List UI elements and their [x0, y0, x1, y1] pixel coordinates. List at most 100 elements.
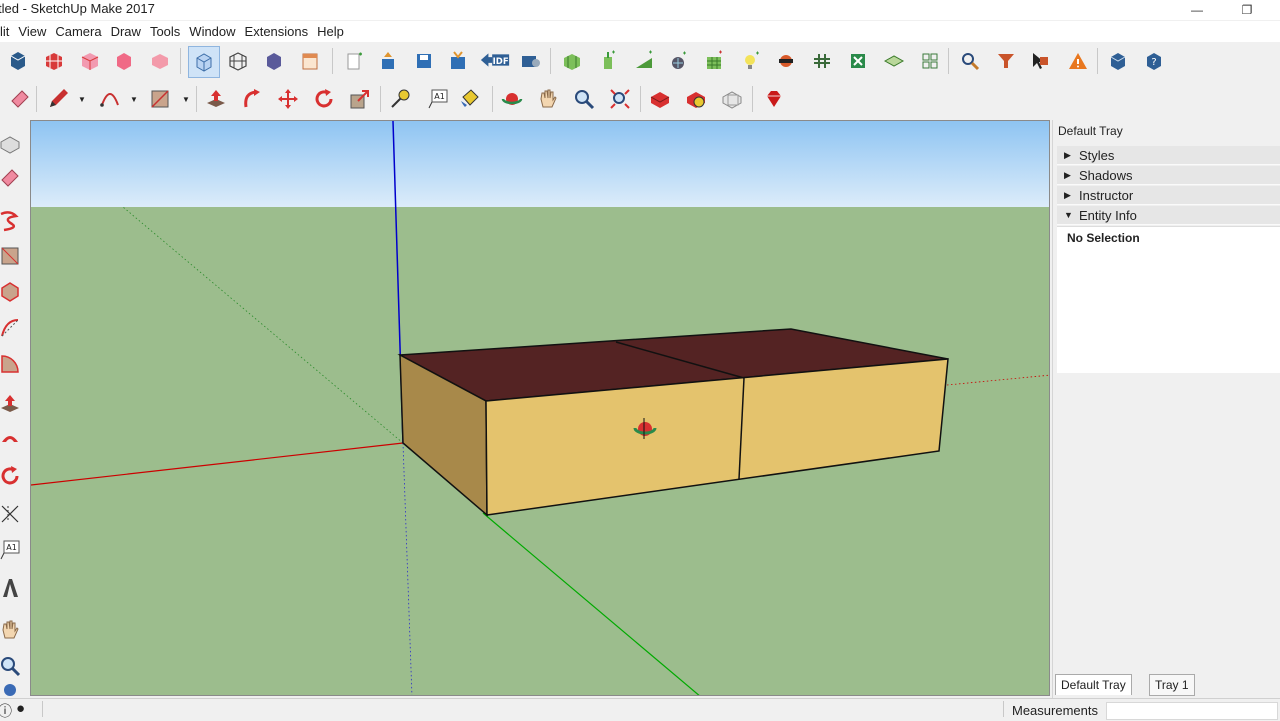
- follow-me-icon: [2, 436, 18, 442]
- extension-warehouse-button[interactable]: [260, 47, 288, 75]
- text-label-button[interactable]: A1: [424, 85, 452, 113]
- run-simulation-button[interactable]: [1104, 47, 1132, 75]
- export-idf-button[interactable]: IDF: [478, 46, 512, 74]
- render-button[interactable]: [880, 47, 908, 75]
- pie-button[interactable]: [0, 350, 24, 378]
- export-button[interactable]: [374, 47, 402, 75]
- new-zone-icon: [564, 54, 580, 70]
- polygon-button[interactable]: [0, 278, 24, 306]
- info-tool-button[interactable]: [956, 47, 984, 75]
- left-zoom-button[interactable]: [0, 652, 24, 680]
- geo-location-icon[interactable]: ⓘ: [0, 701, 12, 721]
- orbit-button[interactable]: [498, 85, 526, 113]
- 3d-scene: [31, 121, 1049, 695]
- push-pull-button[interactable]: [202, 85, 230, 113]
- left-push-pull-button[interactable]: [0, 390, 24, 418]
- save-button[interactable]: [410, 47, 438, 75]
- left-orbit-button[interactable]: [0, 682, 24, 698]
- zoom-extents-button[interactable]: [606, 85, 634, 113]
- menu-view[interactable]: View: [18, 24, 46, 39]
- search-icon: [962, 53, 980, 71]
- xray-button[interactable]: [76, 47, 104, 75]
- zoom-button[interactable]: [570, 85, 598, 113]
- rectangle-button[interactable]: [0, 242, 24, 270]
- move-button[interactable]: [274, 85, 302, 113]
- warning-button[interactable]: [1064, 47, 1092, 75]
- new-icon: [347, 52, 362, 70]
- pan-button[interactable]: [534, 85, 562, 113]
- axes-button[interactable]: [0, 500, 24, 528]
- shape-button[interactable]: [146, 85, 174, 113]
- freehand-button[interactable]: [0, 206, 24, 234]
- daylighting-button[interactable]: [736, 47, 764, 75]
- menu-extensions[interactable]: Extensions: [245, 24, 309, 39]
- model-info-button[interactable]: [4, 47, 32, 75]
- text-button[interactable]: A1: [0, 536, 24, 564]
- follow-me-button[interactable]: [238, 85, 266, 113]
- menu-camera[interactable]: Camera: [55, 24, 101, 39]
- chevron-down-icon[interactable]: ▼: [182, 95, 190, 104]
- components-button[interactable]: [40, 47, 68, 75]
- warehouse-button[interactable]: [224, 47, 252, 75]
- left-arc-button[interactable]: [0, 314, 24, 342]
- tray-section-shadows[interactable]: ▶ Shadows: [1057, 166, 1280, 185]
- pencil-button[interactable]: [44, 85, 72, 113]
- help-button[interactable]: ?: [1140, 47, 1168, 75]
- measurements-input[interactable]: [1106, 702, 1278, 720]
- model-viewport[interactable]: [30, 120, 1050, 696]
- rotate-button[interactable]: [310, 85, 338, 113]
- title-bar: tled - SketchUp Make 2017 — ❐: [0, 0, 1280, 20]
- chevron-down-icon[interactable]: ▼: [78, 95, 86, 104]
- menu-tools[interactable]: Tools: [150, 24, 180, 39]
- construction-button[interactable]: [844, 47, 872, 75]
- styles-button[interactable]: [682, 85, 710, 113]
- user-account-icon[interactable]: ●: [16, 700, 25, 717]
- tray-section-styles[interactable]: ▶ Styles: [1057, 146, 1280, 165]
- tray-section-instructor[interactable]: ▶ Instructor: [1057, 186, 1280, 205]
- menu-window[interactable]: Window: [189, 24, 235, 39]
- left-pan-button[interactable]: [0, 616, 24, 644]
- new-zone-button[interactable]: [558, 47, 586, 75]
- section-button[interactable]: [718, 85, 746, 113]
- glare-button[interactable]: [808, 47, 836, 75]
- tab-tray-1[interactable]: Tray 1: [1149, 674, 1195, 696]
- tray-title: Default Tray: [1058, 124, 1123, 138]
- scale-button[interactable]: [346, 85, 374, 113]
- tray-section-entity-info[interactable]: ▼ Entity Info: [1057, 206, 1280, 225]
- wireframe-button[interactable]: [146, 47, 174, 75]
- tape-measure-button[interactable]: [386, 85, 414, 113]
- filter-button[interactable]: [992, 47, 1020, 75]
- menu-edit[interactable]: lit: [0, 24, 9, 39]
- section-icon: [722, 91, 742, 109]
- restore-button[interactable]: ❐: [1224, 0, 1270, 20]
- eraser-button[interactable]: [6, 85, 34, 113]
- left-follow-me-button[interactable]: [0, 426, 24, 454]
- new-shading-button[interactable]: [700, 47, 728, 75]
- chevron-down-icon[interactable]: ▼: [130, 95, 138, 104]
- paint-bucket-button[interactable]: [456, 85, 484, 113]
- iso-view-button[interactable]: [188, 46, 220, 78]
- minimize-button[interactable]: —: [1174, 0, 1220, 20]
- status-separator: [42, 701, 43, 717]
- new-space-button[interactable]: [594, 47, 622, 75]
- select-button[interactable]: [0, 130, 24, 158]
- new-surface-button[interactable]: [630, 47, 658, 75]
- layer-button[interactable]: [916, 47, 944, 75]
- import-idf-button[interactable]: [444, 47, 472, 75]
- idf-settings-button[interactable]: [516, 47, 544, 75]
- back-edges-button[interactable]: [110, 47, 138, 75]
- layout-button[interactable]: [296, 47, 324, 75]
- menu-help[interactable]: Help: [317, 24, 344, 39]
- 3d-text-button[interactable]: [0, 574, 24, 602]
- ruby-console-button[interactable]: [760, 85, 788, 113]
- materials-button[interactable]: [646, 85, 674, 113]
- arc-button[interactable]: [96, 85, 124, 113]
- cursor-tool-button[interactable]: [1026, 47, 1054, 75]
- new-button[interactable]: [340, 47, 368, 75]
- illuminance-button[interactable]: [772, 47, 800, 75]
- offset-button[interactable]: [0, 462, 24, 490]
- menu-draw[interactable]: Draw: [111, 24, 141, 39]
- left-eraser-button[interactable]: [0, 164, 24, 192]
- new-subsurface-button[interactable]: [664, 47, 692, 75]
- tab-default-tray[interactable]: Default Tray: [1055, 674, 1132, 695]
